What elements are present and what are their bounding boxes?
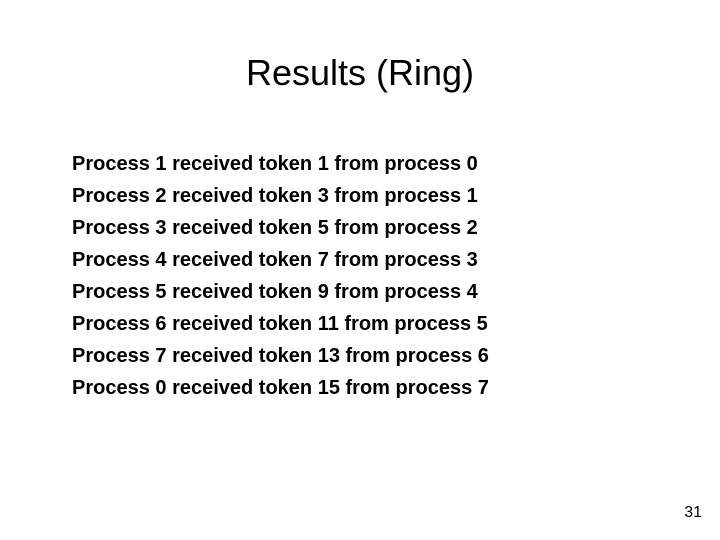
output-line: Process 0 received token 15 from process… [72, 372, 648, 404]
output-line: Process 7 received token 13 from process… [72, 340, 648, 372]
output-line: Process 3 received token 5 from process … [72, 212, 648, 244]
output-line: Process 4 received token 7 from process … [72, 244, 648, 276]
slide-title: Results (Ring) [0, 52, 720, 94]
output-line: Process 6 received token 11 from process… [72, 308, 648, 340]
output-line: Process 5 received token 9 from process … [72, 276, 648, 308]
output-line: Process 1 received token 1 from process … [72, 148, 648, 180]
output-line: Process 2 received token 3 from process … [72, 180, 648, 212]
slide-body: Process 1 received token 1 from process … [72, 148, 648, 404]
slide: Results (Ring) Process 1 received token … [0, 0, 720, 540]
page-number: 31 [684, 504, 702, 522]
